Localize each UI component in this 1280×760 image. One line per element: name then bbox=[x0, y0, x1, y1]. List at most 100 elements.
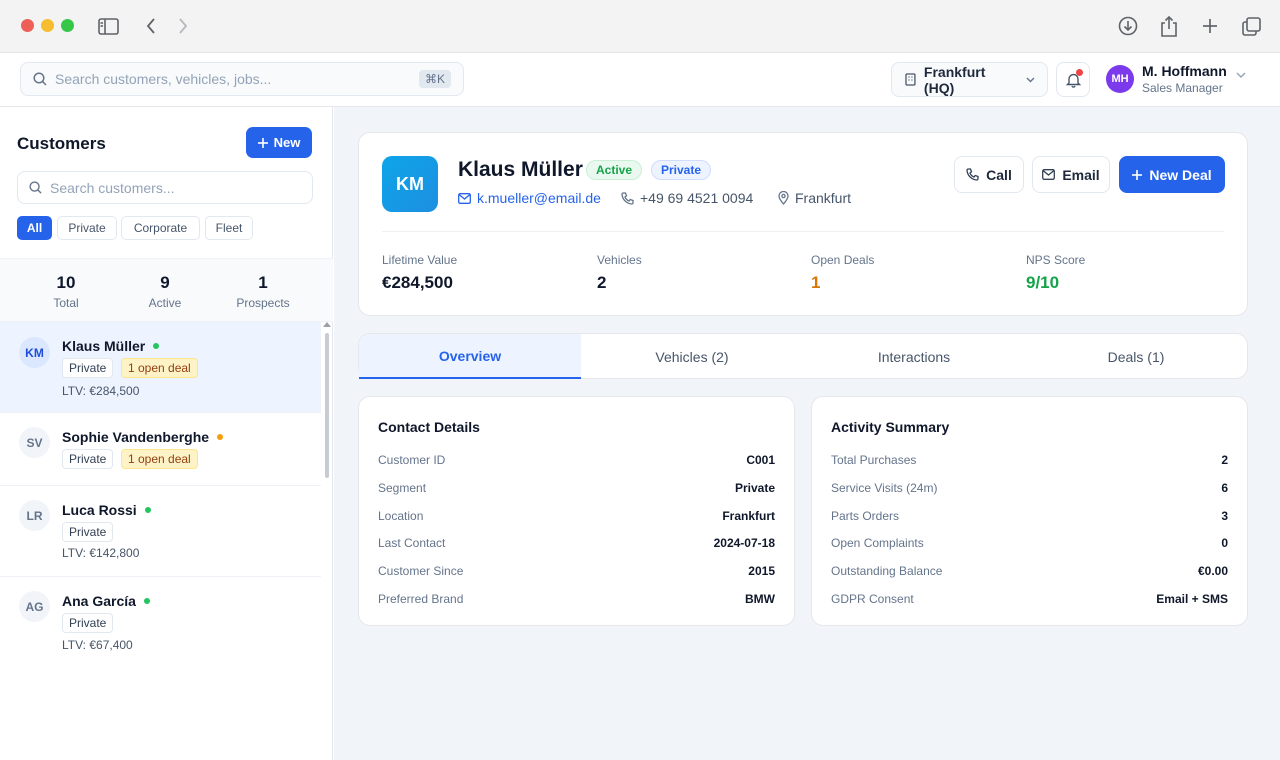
filter-all[interactable]: All bbox=[17, 216, 52, 240]
customer-avatar: LR bbox=[19, 500, 50, 531]
stat-label: Prospects bbox=[236, 296, 290, 310]
detail-value: 0 bbox=[1221, 536, 1228, 550]
new-tab-icon[interactable] bbox=[1199, 15, 1221, 37]
customer-name: Luca Rossi bbox=[62, 502, 151, 518]
detail-value: €0.00 bbox=[1197, 564, 1228, 578]
stat-value: 1 bbox=[258, 273, 268, 292]
mail-icon bbox=[458, 192, 471, 204]
search-shortcut-hint: ⌘K bbox=[418, 70, 451, 88]
kpi-value: 9/10 bbox=[1026, 273, 1060, 292]
new-customer-button[interactable]: New bbox=[246, 127, 312, 158]
minimize-window-button[interactable] bbox=[41, 19, 54, 32]
detail-row: Outstanding Balance €0.00 bbox=[831, 564, 1228, 578]
detail-key: Preferred Brand bbox=[378, 592, 464, 606]
chevron-down-icon[interactable] bbox=[1236, 72, 1246, 79]
plus-icon bbox=[1132, 169, 1143, 180]
email-button[interactable]: Email bbox=[1032, 156, 1110, 193]
detail-value: Private bbox=[734, 481, 775, 495]
detail-value: C001 bbox=[746, 453, 775, 467]
location-selector[interactable]: Frankfurt (HQ) bbox=[891, 62, 1048, 97]
filter-private[interactable]: Private bbox=[57, 216, 117, 240]
kpi-value: 1 bbox=[811, 273, 821, 292]
detail-value: 2024-07-18 bbox=[713, 536, 775, 550]
zoom-window-button[interactable] bbox=[61, 19, 74, 32]
close-window-button[interactable] bbox=[21, 19, 34, 32]
activity-summary-card: Activity Summary Total Purchases 2 Servic… bbox=[811, 396, 1248, 626]
segment-tag: Private bbox=[62, 449, 114, 469]
scrollbar-thumb[interactable] bbox=[325, 333, 329, 478]
filter-corporate[interactable]: Corporate bbox=[121, 216, 200, 240]
location-label: Frankfurt (HQ) bbox=[923, 63, 986, 96]
stat-total: 10 Total bbox=[16, 273, 116, 310]
open-deal-tag: 1 open deal bbox=[121, 358, 198, 378]
detail-key: Customer ID bbox=[378, 453, 446, 467]
detail-row: Customer ID C001 bbox=[378, 453, 775, 467]
segment-tag: Private bbox=[62, 613, 114, 633]
forward-icon[interactable] bbox=[172, 15, 194, 37]
share-icon[interactable] bbox=[1158, 15, 1180, 37]
filter-fleet[interactable]: Fleet bbox=[205, 216, 253, 240]
sidebar-toggle-icon[interactable] bbox=[97, 15, 119, 37]
customer-ltv: LTV: €142,800 bbox=[62, 546, 140, 560]
tab-vehicles[interactable]: Vehicles (2) bbox=[581, 334, 803, 379]
profile-phone[interactable]: +49 69 4521 0094 bbox=[621, 190, 753, 206]
detail-key: Service Visits (24m) bbox=[831, 481, 938, 495]
detail-key: Total Purchases bbox=[831, 453, 917, 467]
divider bbox=[382, 231, 1224, 232]
tab-deals[interactable]: Deals (1) bbox=[1025, 334, 1247, 379]
profile-location-text: Frankfurt bbox=[795, 190, 852, 206]
customer-list-item[interactable]: LR Luca Rossi Private LTV: €142,800 bbox=[0, 486, 321, 577]
customer-sidebar: Customers New Search customers... All Pr… bbox=[0, 107, 333, 760]
tab-interactions[interactable]: Interactions bbox=[803, 334, 1025, 379]
detail-tabs: Overview Vehicles (2) Interactions Deals… bbox=[358, 333, 1248, 379]
kpi-label: Vehicles bbox=[597, 253, 642, 267]
detail-row: Location Frankfurt bbox=[378, 509, 775, 523]
detail-row: Total Purchases 2 bbox=[831, 453, 1228, 467]
open-deal-tag: 1 open deal bbox=[121, 449, 198, 469]
profile-email: k.mueller@email.de bbox=[477, 190, 601, 206]
profile-phone-text: +49 69 4521 0094 bbox=[640, 190, 754, 206]
call-button[interactable]: Call bbox=[954, 156, 1024, 193]
detail-row: Customer Since 2015 bbox=[378, 564, 775, 578]
status-dot bbox=[153, 343, 160, 349]
segment-tag: Private bbox=[62, 358, 114, 378]
phone-icon bbox=[966, 168, 979, 181]
stat-label: Active bbox=[148, 296, 182, 310]
customer-profile-card: KM Klaus Müller Active Private k.mueller… bbox=[358, 132, 1248, 316]
detail-key: Open Complaints bbox=[831, 536, 924, 550]
stat-label: Total bbox=[53, 296, 79, 310]
status-dot bbox=[143, 598, 150, 604]
global-search-input[interactable]: Search customers, vehicles, jobs... ⌘K bbox=[20, 62, 464, 96]
segment-badge: Private bbox=[651, 160, 712, 180]
email-label: Email bbox=[1062, 166, 1100, 183]
search-icon bbox=[33, 72, 47, 86]
customer-list-item[interactable]: AG Ana García Private LTV: €67,400 bbox=[0, 577, 321, 668]
customer-list-item[interactable]: SV Sophie Vandenberghe Private 1 open de… bbox=[0, 413, 321, 486]
download-icon[interactable] bbox=[1117, 15, 1139, 37]
tab-overview-icon[interactable] bbox=[1240, 15, 1262, 37]
new-deal-button[interactable]: New Deal bbox=[1119, 156, 1225, 193]
phone-icon bbox=[621, 191, 634, 205]
kpi-lifetime-value: Lifetime Value €284,500 bbox=[382, 253, 457, 293]
customer-search-input[interactable]: Search customers... bbox=[17, 171, 313, 204]
customer-stats: 10 Total 9 Active 1 Prospects bbox=[0, 258, 333, 322]
customer-ltv: LTV: €284,500 bbox=[62, 384, 140, 398]
customer-list-item[interactable]: KM Klaus Müller Private 1 open deal LTV:… bbox=[0, 322, 321, 413]
notifications-button[interactable] bbox=[1056, 62, 1090, 97]
status-badge: Active bbox=[586, 160, 643, 180]
profile-avatar: KM bbox=[382, 156, 438, 212]
stat-value: 9 bbox=[160, 273, 170, 292]
user-name[interactable]: M. Hoffmann bbox=[1142, 63, 1227, 79]
browser-toolbar bbox=[0, 0, 1280, 53]
detail-key: Outstanding Balance bbox=[831, 564, 943, 578]
kpi-value: 2 bbox=[597, 273, 607, 292]
customer-detail-panel: KM Klaus Müller Active Private k.mueller… bbox=[334, 107, 1280, 760]
detail-key: Customer Since bbox=[378, 564, 464, 578]
tab-overview[interactable]: Overview bbox=[359, 334, 581, 379]
profile-email-link[interactable]: k.mueller@email.de bbox=[458, 190, 601, 206]
back-icon[interactable] bbox=[140, 15, 162, 37]
detail-key: Last Contact bbox=[378, 536, 446, 550]
scroll-up-arrow[interactable] bbox=[323, 322, 331, 327]
card-title: Contact Details bbox=[378, 419, 480, 435]
user-avatar[interactable]: MH bbox=[1106, 65, 1134, 93]
